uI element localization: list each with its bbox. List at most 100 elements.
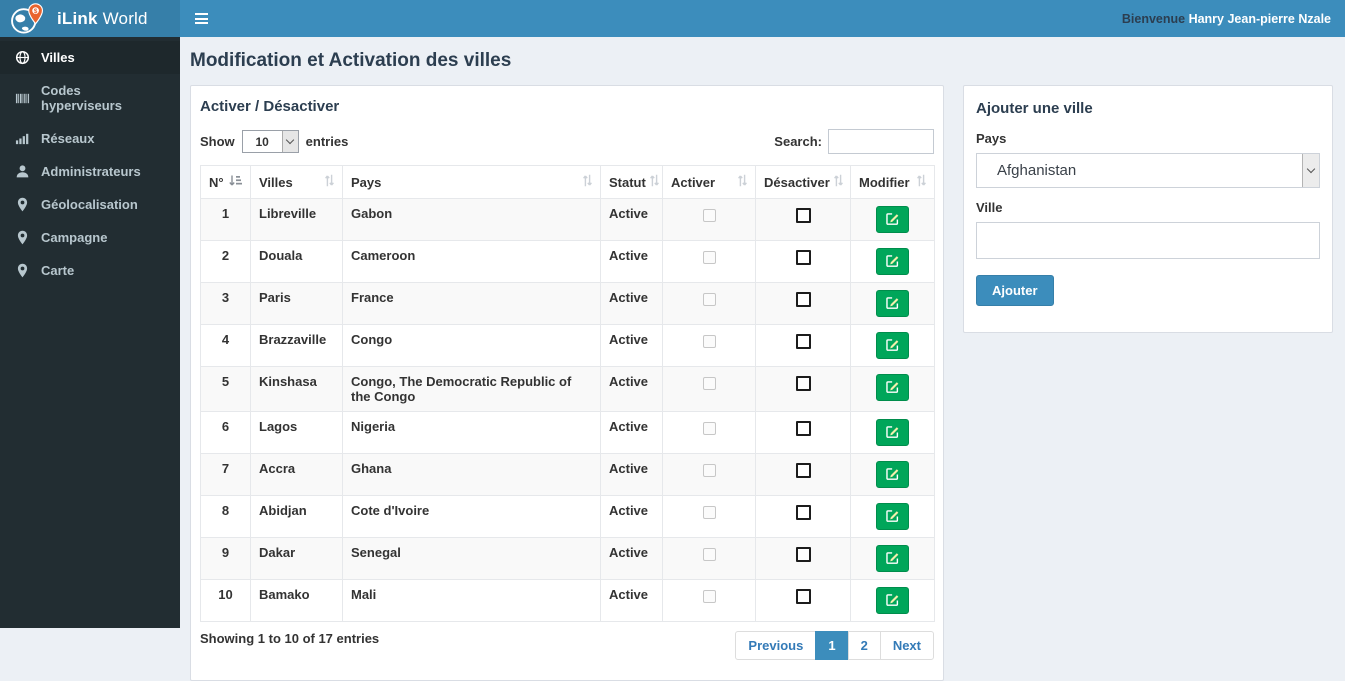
brand-logo[interactable]: $ iLink World: [0, 0, 180, 37]
desactiver-checkbox[interactable]: [795, 589, 811, 604]
chevron-down-icon: [1302, 154, 1319, 187]
column-header-statut[interactable]: Statut: [600, 165, 663, 199]
cell-desactiver: [755, 366, 851, 412]
column-header-modifier[interactable]: Modifier: [850, 165, 935, 199]
table-row: 9 Dakar Senegal Active: [200, 537, 935, 580]
modifier-button[interactable]: [876, 290, 909, 317]
modifier-button[interactable]: [876, 461, 909, 488]
sort-both-icon: [649, 174, 659, 190]
desactiver-checkbox[interactable]: [795, 334, 811, 349]
desactiver-checkbox[interactable]: [795, 292, 811, 307]
sidebar-item-administrateurs[interactable]: Administrateurs: [0, 155, 180, 188]
welcome-message: Bienvenue Hanry Jean-pierre Nzale: [1121, 11, 1331, 26]
cell-statut: Active: [600, 495, 663, 538]
top-navbar: $ iLink World Bienvenue Hanry Jean-pierr…: [0, 0, 1345, 37]
cell-statut: Active: [600, 324, 663, 367]
sidebar-item-label: Administrateurs: [41, 164, 141, 179]
cell-modifier: [850, 579, 935, 622]
pagination-page-1[interactable]: 1: [815, 631, 849, 660]
edit-icon: [885, 550, 900, 568]
cell-pays: France: [342, 282, 601, 325]
pagination-previous-button[interactable]: Previous: [735, 631, 817, 660]
sidebar-item-g-olocalisation[interactable]: Géolocalisation: [0, 188, 180, 221]
desactiver-checkbox[interactable]: [795, 505, 811, 520]
desactiver-checkbox[interactable]: [795, 250, 811, 265]
modifier-button[interactable]: [876, 206, 909, 233]
main-content: Modification et Activation des villes Ac…: [180, 37, 1345, 681]
sidebar-item-campagne[interactable]: Campagne: [0, 221, 180, 254]
column-header-n-[interactable]: N°: [200, 165, 251, 199]
table-info: Showing 1 to 10 of 17 entries: [200, 631, 380, 646]
pagination-page-2[interactable]: 2: [847, 631, 881, 660]
ville-input[interactable]: [976, 222, 1320, 259]
column-header-villes[interactable]: Villes: [250, 165, 343, 199]
cell-desactiver: [755, 411, 851, 454]
ajouter-button[interactable]: Ajouter: [976, 275, 1054, 306]
sidebar: Villes Codes hyperviseurs Réseaux Administr…: [0, 37, 180, 628]
sort-both-icon: [738, 174, 747, 190]
activer-checkbox: [702, 209, 716, 222]
sidebar-item-label: Géolocalisation: [41, 197, 138, 212]
sidebar-item-codes-hyperviseurs[interactable]: Codes hyperviseurs: [0, 74, 180, 122]
desactiver-checkbox[interactable]: [795, 376, 811, 391]
column-header-d-sactiver[interactable]: Désactiver: [755, 165, 851, 199]
pays-select[interactable]: Afghanistan: [976, 153, 1320, 188]
table-row: 3 Paris France Active: [200, 282, 935, 325]
table-row: 7 Accra Ghana Active: [200, 453, 935, 496]
column-header-label: Désactiver: [764, 174, 830, 190]
desactiver-checkbox[interactable]: [795, 463, 811, 478]
cell-desactiver: [755, 453, 851, 496]
sidebar-item-r-seaux[interactable]: Réseaux: [0, 122, 180, 155]
table-row: 1 Libreville Gabon Active: [200, 198, 935, 241]
cell-activer: [662, 411, 756, 454]
sort-both-icon: [917, 174, 926, 190]
column-header-label: Statut: [609, 174, 646, 190]
activer-checkbox: [702, 590, 716, 603]
cell-statut: Active: [600, 366, 663, 412]
cell-activer: [662, 537, 756, 580]
cell-activer: [662, 495, 756, 538]
cell-statut: Active: [600, 240, 663, 283]
cell-num: 5: [200, 366, 251, 412]
modifier-button[interactable]: [876, 419, 909, 446]
sidebar-toggle-icon[interactable]: [180, 0, 222, 37]
map-marker-icon: [15, 263, 30, 278]
brand-text: iLink World: [57, 8, 148, 28]
modifier-button[interactable]: [876, 332, 909, 359]
cell-modifier: [850, 537, 935, 580]
page-length-select[interactable]: 10: [241, 130, 299, 153]
cell-ville: Abidjan: [250, 495, 343, 538]
column-header-pays[interactable]: Pays: [342, 165, 601, 199]
sidebar-item-label: Villes: [41, 50, 75, 65]
desactiver-checkbox[interactable]: [795, 208, 811, 223]
modifier-button[interactable]: [876, 545, 909, 572]
cell-modifier: [850, 282, 935, 325]
pagination-next-button[interactable]: Next: [879, 631, 934, 660]
modifier-button[interactable]: [876, 587, 909, 614]
sidebar-item-label: Campagne: [41, 230, 108, 245]
panel-title: Ajouter une ville: [976, 100, 1093, 117]
modifier-button[interactable]: [876, 503, 909, 530]
globe-pin-logo-icon: $: [9, 2, 47, 35]
cell-pays: Mali: [342, 579, 601, 622]
cell-desactiver: [755, 282, 851, 325]
modifier-button[interactable]: [876, 374, 909, 401]
column-header-label: Activer: [671, 174, 716, 190]
cell-num: 8: [200, 495, 251, 538]
column-header-activer[interactable]: Activer: [662, 165, 756, 199]
desactiver-checkbox[interactable]: [795, 421, 811, 436]
cell-num: 6: [200, 411, 251, 454]
edit-icon: [885, 211, 900, 229]
sidebar-item-villes[interactable]: Villes: [0, 41, 180, 74]
activer-checkbox: [702, 548, 716, 561]
sidebar-item-carte[interactable]: Carte: [0, 254, 180, 287]
modifier-button[interactable]: [876, 248, 909, 275]
search-input[interactable]: [828, 129, 934, 154]
cell-num: 4: [200, 324, 251, 367]
cell-activer: [662, 579, 756, 622]
cell-ville: Kinshasa: [250, 366, 343, 412]
activer-checkbox: [702, 335, 716, 348]
pagination: Previous 1 2 Next: [735, 631, 934, 660]
activer-checkbox: [702, 464, 716, 477]
desactiver-checkbox[interactable]: [795, 547, 811, 562]
